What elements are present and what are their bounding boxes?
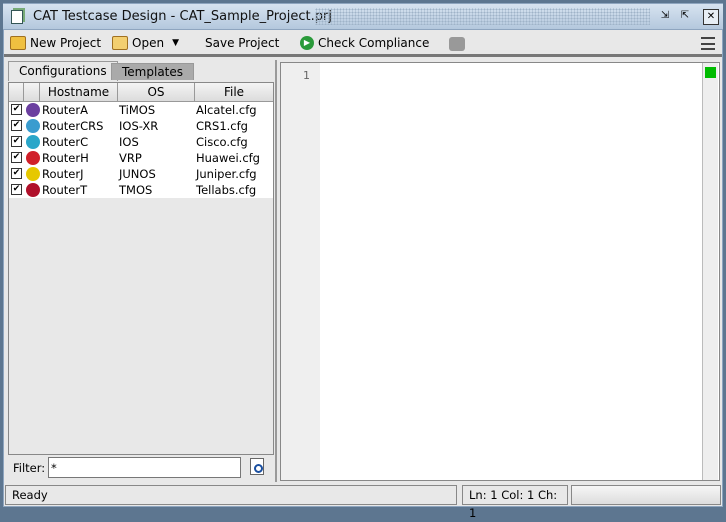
row-checkbox[interactable]: ✔	[11, 184, 22, 195]
tab-templates[interactable]: Templates	[111, 63, 195, 80]
header-icon	[24, 83, 40, 102]
folder-icon	[112, 36, 128, 50]
cell-os: IOS	[119, 135, 139, 149]
header-file[interactable]: File	[195, 83, 273, 102]
cell-file: CRS1.cfg	[196, 119, 248, 133]
status-bar: Ready Ln: 1 Col: 1 Ch: 1	[5, 485, 721, 520]
cell-os: IOS-XR	[119, 119, 159, 133]
header-check	[9, 83, 24, 102]
table-row[interactable]: ✔ RouterCRS IOS-XR CRS1.cfg	[9, 118, 273, 134]
cell-file: Juniper.cfg	[196, 167, 257, 181]
close-icon[interactable]: ✕	[703, 9, 719, 25]
tab-configurations[interactable]: Configurations	[8, 61, 118, 81]
line-gutter: 1	[281, 63, 320, 480]
row-checkbox[interactable]: ✔	[11, 168, 22, 179]
cisco-router-icon	[26, 135, 40, 149]
cell-os: TMOS	[119, 183, 153, 197]
check-compliance-button[interactable]: ▶ Check Compliance	[300, 36, 429, 50]
line-number: 1	[303, 69, 310, 82]
table-row[interactable]: ✔ RouterT TMOS Tellabs.cfg	[9, 182, 273, 198]
cisco-crs-icon	[26, 119, 40, 133]
row-checkbox[interactable]: ✔	[11, 136, 22, 147]
minimize-icon[interactable]: ⇲	[657, 9, 673, 25]
new-project-button[interactable]: New Project	[10, 36, 101, 50]
cell-os: TiMOS	[119, 103, 156, 117]
cell-hostname: RouterA	[42, 103, 88, 117]
maximize-icon[interactable]: ⇱	[677, 9, 693, 25]
cell-os: JUNOS	[119, 167, 156, 181]
row-checkbox[interactable]: ✔	[11, 152, 22, 163]
disabled-tool-icon	[449, 37, 465, 51]
cell-hostname: RouterCRS	[42, 119, 104, 133]
cell-hostname: RouterT	[42, 183, 88, 197]
row-checkbox[interactable]: ✔	[11, 120, 22, 131]
left-panel: Configurations Templates Hostname OS Fil…	[5, 60, 277, 482]
juniper-icon	[26, 167, 40, 181]
cursor-position: Ln: 1 Col: 1 Ch: 1	[462, 485, 568, 520]
status-marker-icon	[705, 67, 716, 78]
cell-os: VRP	[119, 151, 142, 165]
filter-label: Filter:	[13, 461, 46, 475]
save-project-button[interactable]: Save Project	[205, 36, 279, 50]
alcatel-icon	[26, 103, 40, 117]
title-texture	[315, 8, 650, 25]
table-row[interactable]: ✔ RouterH VRP Huawei.cfg	[9, 150, 273, 166]
tellabs-icon	[26, 183, 40, 197]
header-os[interactable]: OS	[118, 83, 195, 102]
configurations-table: Hostname OS File ✔ RouterA TiMOS Alcatel…	[8, 82, 274, 455]
toolbar: New Project Open ▼ Save Project ▶ Check Co…	[4, 31, 722, 57]
window-title: CAT Testcase Design - CAT_Sample_Project…	[33, 9, 332, 24]
huawei-icon	[26, 151, 40, 165]
cell-hostname: RouterH	[42, 151, 89, 165]
open-button[interactable]: Open ▼	[112, 36, 179, 50]
search-icon[interactable]	[250, 458, 264, 475]
play-icon: ▶	[300, 36, 314, 50]
table-row[interactable]: ✔ RouterA TiMOS Alcatel.cfg	[9, 102, 273, 118]
title-bar: CAT Testcase Design - CAT_Sample_Project…	[3, 4, 723, 30]
new-project-icon	[10, 36, 26, 50]
vertical-scrollbar[interactable]	[702, 63, 718, 480]
header-hostname[interactable]: Hostname	[40, 83, 118, 102]
menu-icon[interactable]	[701, 37, 715, 50]
progress-bar	[571, 485, 721, 505]
filter-input[interactable]	[48, 457, 241, 478]
status-message: Ready	[5, 485, 457, 505]
row-checkbox[interactable]: ✔	[11, 104, 22, 115]
cell-file: Alcatel.cfg	[196, 103, 257, 117]
cell-file: Tellabs.cfg	[196, 183, 257, 197]
table-row[interactable]: ✔ RouterC IOS Cisco.cfg	[9, 134, 273, 150]
cell-hostname: RouterJ	[42, 167, 84, 181]
chevron-down-icon: ▼	[172, 38, 179, 48]
table-row[interactable]: ✔ RouterJ JUNOS Juniper.cfg	[9, 166, 273, 182]
cell-file: Cisco.cfg	[196, 135, 248, 149]
code-editor[interactable]: 1	[280, 62, 720, 481]
cell-hostname: RouterC	[42, 135, 89, 149]
cell-file: Huawei.cfg	[196, 151, 260, 165]
app-icon	[11, 10, 23, 24]
